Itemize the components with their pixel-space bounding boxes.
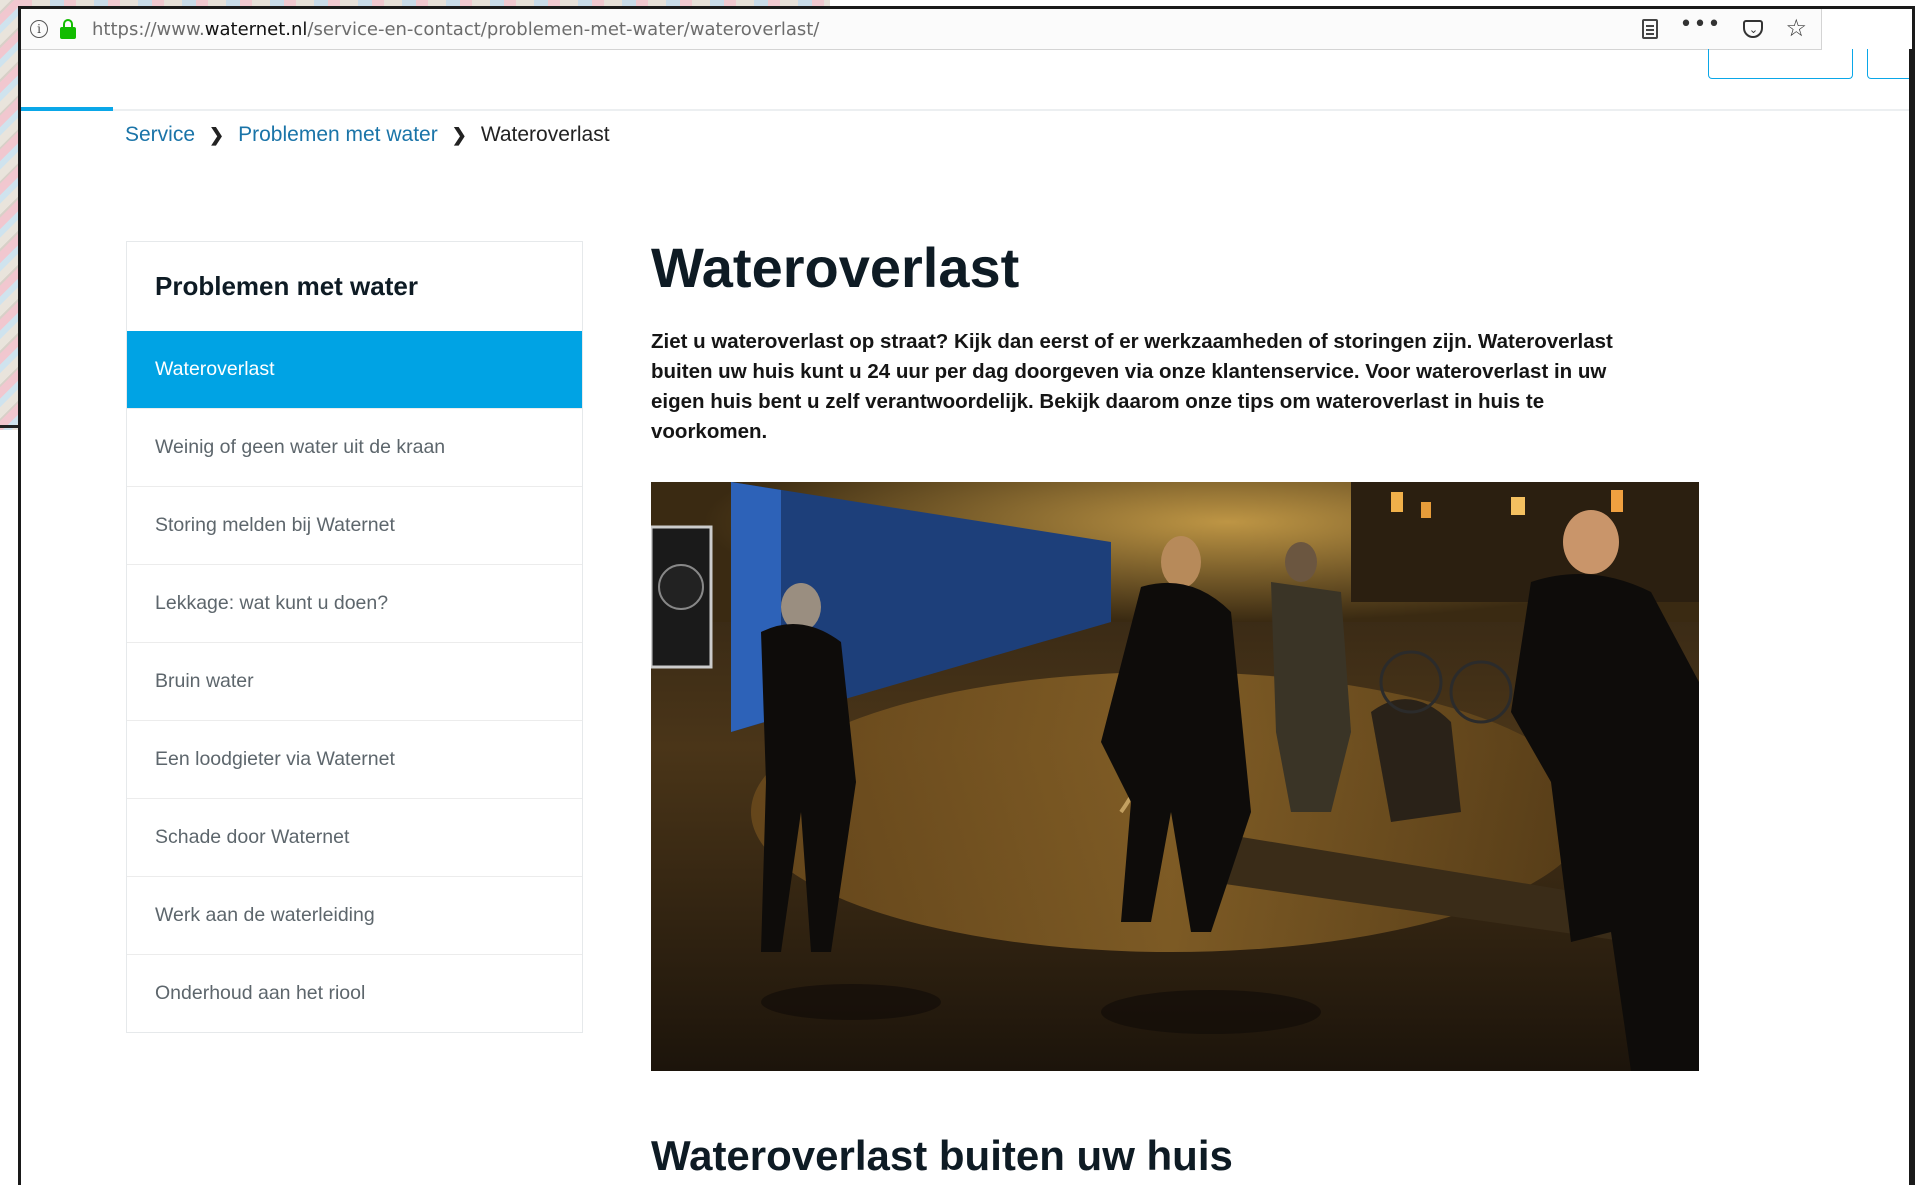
sidebar-item-weinig-water[interactable]: Weinig of geen water uit de kraan: [127, 408, 582, 486]
nav-active-indicator: [21, 107, 113, 111]
sidebar-item-loodgieter[interactable]: Een loodgieter via Waternet: [127, 720, 582, 798]
background-window-edge: [0, 425, 20, 428]
url-text[interactable]: https://www.waternet.nl/service-en-conta…: [92, 19, 819, 40]
sidebar-item-waterleiding[interactable]: Werk aan de waterleiding: [127, 876, 582, 954]
breadcrumb-link-service[interactable]: Service: [125, 123, 195, 147]
info-icon[interactable]: i: [30, 20, 48, 38]
section-title: Wateroverlast buiten uw huis: [651, 1132, 1233, 1179]
sidebar-item-lekkage[interactable]: Lekkage: wat kunt u doen?: [127, 564, 582, 642]
background-map-fragment: [0, 0, 20, 430]
sidebar: Problemen met water Wateroverlast Weinig…: [126, 241, 583, 1033]
sidebar-item-wateroverlast[interactable]: Wateroverlast: [127, 331, 582, 408]
address-bar-actions: ••• ⌄ ☆: [1641, 9, 1807, 49]
reader-view-icon[interactable]: [1641, 19, 1658, 39]
sidebar-item-riool[interactable]: Onderhoud aan het riool: [127, 954, 582, 1032]
header-button[interactable]: [1708, 49, 1853, 79]
header-button-secondary[interactable]: [1867, 49, 1912, 79]
intro-text: Ziet u wateroverlast op straat? Kijk dan…: [651, 330, 1613, 444]
breadcrumb-link-problemen[interactable]: Problemen met water: [238, 123, 438, 147]
sidebar-title: Problemen met water: [155, 271, 418, 301]
lock-icon[interactable]: [60, 19, 78, 39]
pocket-icon[interactable]: ⌄: [1743, 20, 1764, 38]
flood-photo: [651, 482, 1699, 1071]
breadcrumb: Service ❯ Problemen met water ❯ Waterove…: [125, 123, 610, 147]
breadcrumb-current: Wateroverlast: [480, 123, 610, 146]
address-bar[interactable]: i https://www.waternet.nl/service-en-con…: [21, 9, 1822, 50]
sidebar-item-schade[interactable]: Schade door Waternet: [127, 798, 582, 876]
main-content: Wateroverlast Ziet u wateroverlast op st…: [651, 234, 1711, 1179]
browser-window: i https://www.waternet.nl/service-en-con…: [18, 6, 1915, 1185]
page-title: Wateroverlast: [651, 236, 1020, 299]
bookmark-star-icon[interactable]: ☆: [1785, 16, 1807, 40]
site-navigation: [21, 49, 1912, 111]
chevron-right-icon: ❯: [209, 124, 225, 145]
more-actions-icon[interactable]: •••: [1680, 14, 1722, 36]
sidebar-item-bruin-water[interactable]: Bruin water: [127, 642, 582, 720]
sidebar-item-storing-melden[interactable]: Storing melden bij Waternet: [127, 486, 582, 564]
window-border-right: [1909, 49, 1912, 1185]
chevron-right-icon: ❯: [451, 124, 467, 145]
